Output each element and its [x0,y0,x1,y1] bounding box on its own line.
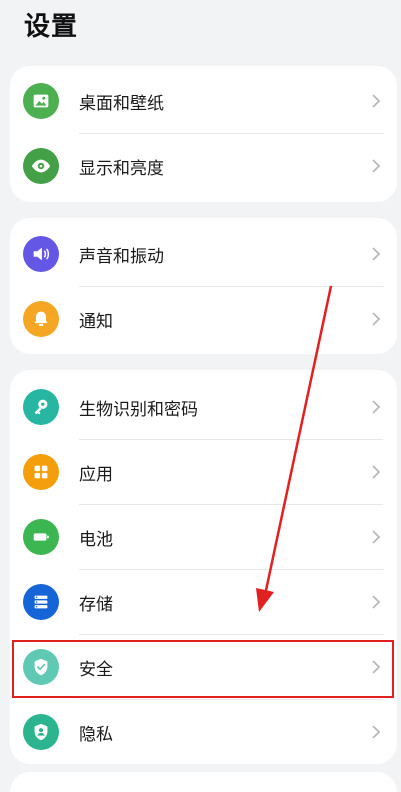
settings-item-label: 声音和振动 [79,246,164,267]
settings-group-system: 生物识别和密码 应用 电池 存储 安全 隐私 [10,370,397,764]
apps-grid-icon [23,454,59,490]
speaker-icon [23,236,59,272]
settings-item-label: 显示和亮度 [79,158,164,179]
battery-icon [23,519,59,555]
settings-item-wallpaper[interactable]: 桌面和壁纸 [10,69,397,133]
settings-item-label: 电池 [79,529,113,550]
settings-item-notifications[interactable]: 通知 [10,287,397,351]
settings-item-battery[interactable]: 电池 [10,505,397,569]
bell-icon [23,301,59,337]
page-title: 设置 [24,12,79,42]
settings-item-storage[interactable]: 存储 [10,570,397,634]
eye-icon [23,148,59,184]
next-settings-group [10,772,397,792]
settings-group-sound: 声音和振动 通知 [10,218,397,354]
chevron-right-icon [369,397,383,417]
chevron-right-icon [369,91,383,111]
highlight-box [12,640,394,698]
chevron-right-icon [369,462,383,482]
settings-group-display: 桌面和壁纸 显示和亮度 [10,66,397,202]
settings-item-label: 存储 [79,594,113,615]
settings-item-sound[interactable]: 声音和振动 [10,222,397,286]
privacy-shield-icon [23,714,59,750]
settings-item-label: 生物识别和密码 [79,399,198,420]
settings-item-privacy[interactable]: 隐私 [10,700,397,764]
chevron-right-icon [369,722,383,742]
chevron-right-icon [369,527,383,547]
key-icon [23,389,59,425]
storage-icon [23,584,59,620]
wallpaper-icon [23,83,59,119]
settings-item-label: 桌面和壁纸 [79,93,164,114]
settings-item-label: 应用 [79,464,113,485]
chevron-right-icon [369,309,383,329]
settings-item-display[interactable]: 显示和亮度 [10,134,397,198]
chevron-right-icon [369,592,383,612]
chevron-right-icon [369,156,383,176]
chevron-right-icon [369,244,383,264]
settings-item-label: 隐私 [79,724,113,745]
settings-item-apps[interactable]: 应用 [10,440,397,504]
settings-item-biometrics[interactable]: 生物识别和密码 [10,375,397,439]
settings-item-label: 通知 [79,311,113,332]
